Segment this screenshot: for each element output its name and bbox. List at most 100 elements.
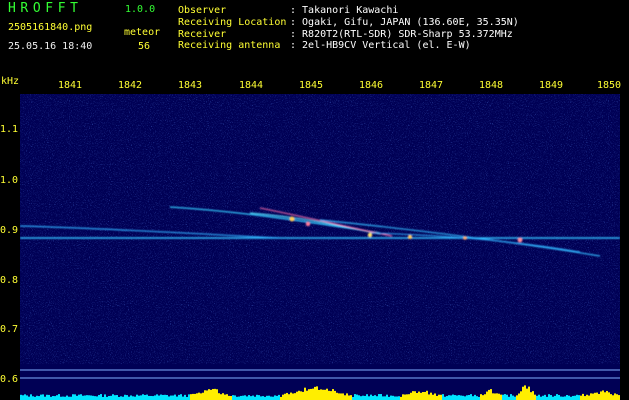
noise-band-bar (212, 388, 214, 400)
noise-band-bar (300, 391, 302, 400)
noise-band-bar (196, 393, 198, 400)
noise-band-bar (588, 395, 590, 400)
noise-band-bar (584, 396, 586, 400)
noise-band-bar (108, 395, 110, 400)
noise-band-bar (494, 393, 496, 400)
noise-band-bar (366, 394, 368, 400)
noise-band-bar (268, 395, 270, 400)
noise-band-bar (172, 395, 174, 400)
noise-band-bar (56, 395, 58, 400)
y-axis-tick-label: 0.6 (0, 374, 19, 385)
noise-band-bar (274, 395, 276, 400)
noise-band-bar (386, 394, 388, 400)
noise-band-bar (384, 396, 386, 400)
noise-band-bar (278, 394, 280, 400)
noise-band-bar (222, 393, 224, 400)
noise-band-bar (480, 394, 482, 400)
noise-band-bar (442, 394, 444, 400)
noise-band-bar (92, 395, 94, 400)
noise-band-bar (586, 394, 588, 400)
noise-band-bar (566, 394, 568, 400)
noise-band-bar (392, 395, 394, 400)
noise-band-bar (604, 392, 606, 400)
noise-band-bar (160, 394, 162, 400)
noise-band-bar (258, 395, 260, 400)
noise-band-bar (158, 395, 160, 400)
noise-band-bar (398, 396, 400, 400)
noise-band-bar (166, 394, 168, 400)
noise-band-bar (492, 393, 494, 400)
counter-value: 56 (138, 41, 151, 52)
x-axis-tick-label: 1842 (117, 80, 143, 91)
noise-band-bar (500, 394, 502, 400)
noise-band-bar (324, 389, 326, 400)
meta-value: : R820T2(RTL-SDR) SDR-Sharp 53.372MHz (290, 29, 513, 40)
noise-band-bar (246, 396, 248, 400)
noise-band-bar (290, 392, 292, 400)
noise-band-bar (306, 390, 308, 400)
y-axis-tick-label: 1.0 (0, 175, 19, 186)
noise-band-bar (20, 394, 22, 400)
noise-band-bar (238, 396, 240, 400)
noise-band-bar (344, 395, 346, 400)
x-axis-tick-label: 1845 (298, 80, 324, 91)
noise-band-bar (502, 394, 504, 400)
noise-band-bar (40, 394, 42, 400)
app-title: HROFFT (8, 1, 83, 16)
noise-band-bar (518, 393, 520, 400)
noise-band-bar (326, 388, 328, 400)
noise-band-bar (608, 392, 610, 400)
noise-band-bar (36, 395, 38, 400)
noise-band-bar (610, 394, 612, 400)
noise-band-bar (86, 395, 88, 400)
noise-band-bar (294, 393, 296, 400)
noise-band-bar (316, 386, 318, 400)
noise-band-bar (114, 395, 116, 400)
noise-band-bar (146, 394, 148, 400)
file-datetime: 25.05.16 18:40 (8, 41, 93, 52)
noise-band-bar (396, 396, 398, 400)
noise-band-bar (458, 395, 460, 400)
noise-band-bar (116, 395, 118, 400)
noise-band-bar (94, 396, 96, 400)
noise-band-bar (520, 391, 522, 400)
file-name: 2505161840.png (8, 22, 93, 33)
noise-band-bar (130, 395, 132, 400)
noise-band-bar (32, 396, 34, 400)
noise-band-bar (378, 394, 380, 400)
noise-band-bar (350, 395, 352, 400)
noise-band-bar (612, 395, 614, 400)
noise-band-bar (134, 396, 136, 400)
noise-band-bar (468, 394, 470, 400)
meta-value: : Takanori Kawachi (290, 5, 399, 16)
noise-band-bar (504, 394, 506, 400)
meta-value: : 2el-HB9CV Vertical (el. E-W) (290, 40, 471, 51)
noise-band-bar (416, 392, 418, 400)
noise-band-bar (78, 394, 80, 400)
noise-band-bar (450, 395, 452, 400)
noise-band-bar (336, 392, 338, 400)
noise-band-bar (542, 395, 544, 400)
noise-band-bar (164, 394, 166, 400)
noise-band-bar (152, 396, 154, 400)
noise-band-bar (224, 394, 226, 400)
noise-band-bar (298, 390, 300, 400)
noise-band-bar (554, 395, 556, 400)
noise-band-bar (394, 396, 396, 400)
noise-band-bar (226, 394, 228, 400)
app-version: 1.0.0 (125, 4, 156, 15)
noise-band-bar (368, 396, 370, 400)
noise-band-bar (310, 388, 312, 400)
x-axis-tick-label: 1849 (538, 80, 564, 91)
noise-band-bar (204, 390, 206, 400)
noise-band-bar (52, 396, 54, 400)
noise-band-bar (296, 391, 298, 400)
noise-band-bar (534, 394, 536, 400)
noise-band-bar (346, 393, 348, 400)
noise-band-bar (470, 394, 472, 400)
noise-band-bar (576, 394, 578, 400)
noise-band-bar (124, 394, 126, 400)
noise-band-bar (256, 394, 258, 400)
noise-band-bar (594, 392, 596, 400)
noise-band-bar (248, 395, 250, 400)
